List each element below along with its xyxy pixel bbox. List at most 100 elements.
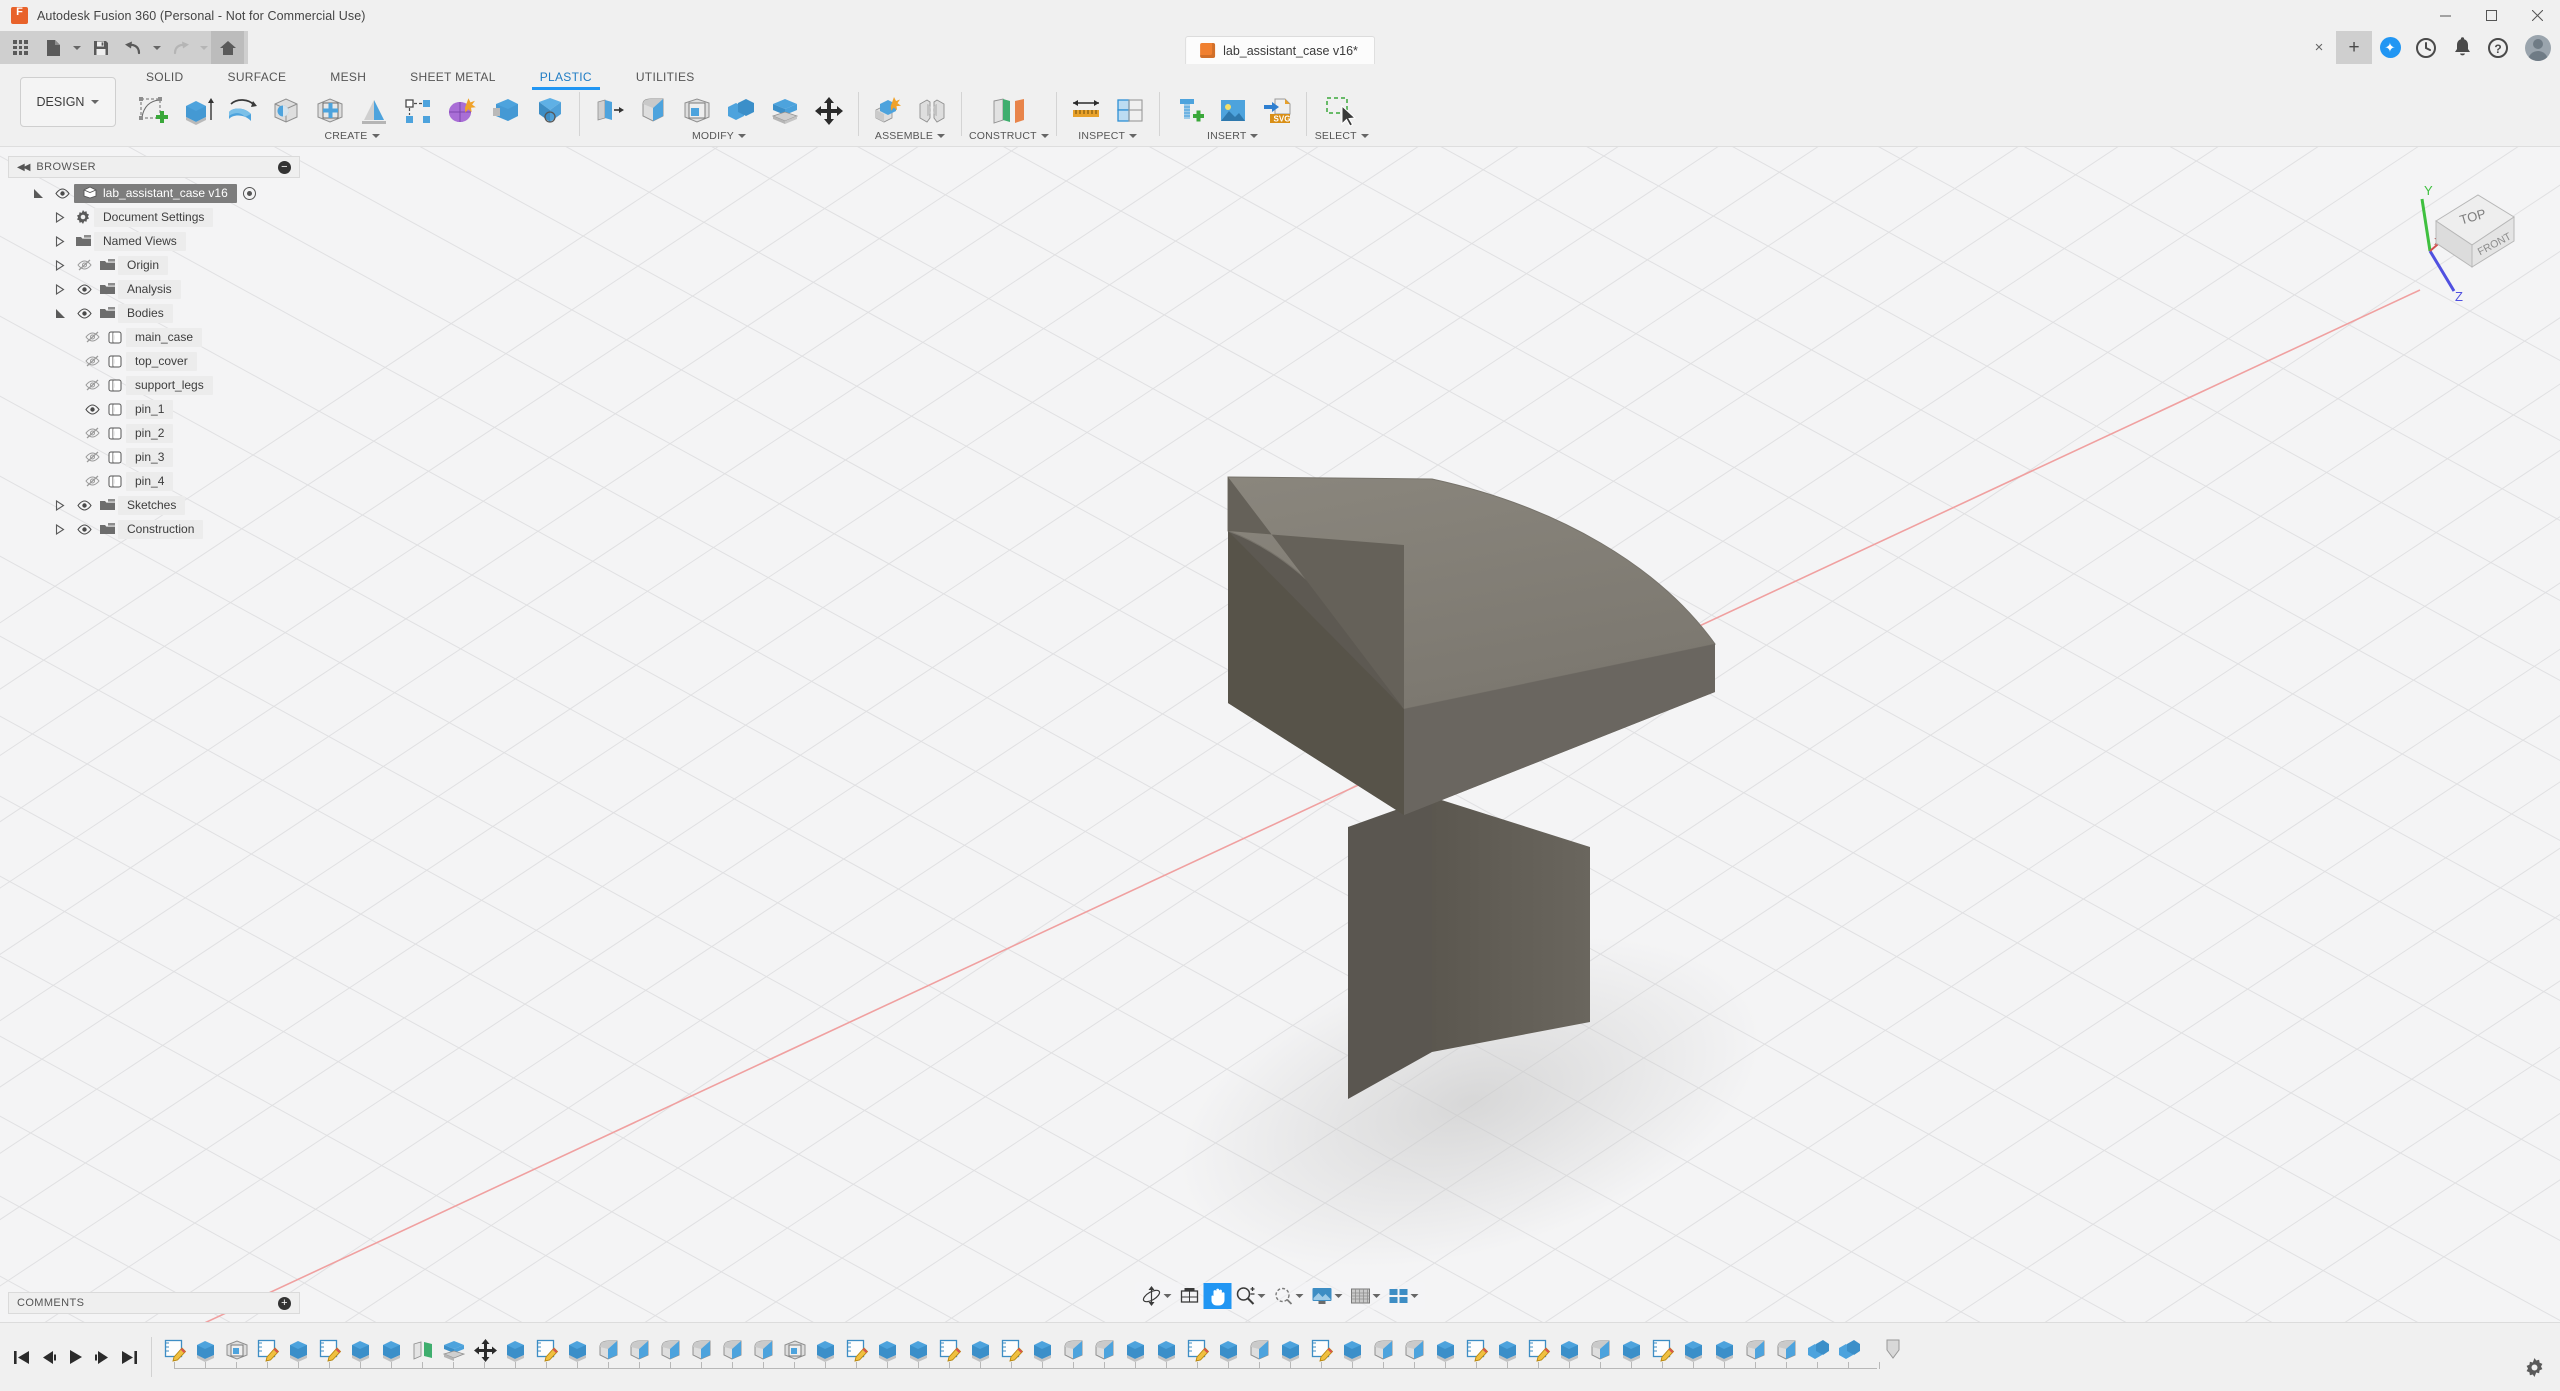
tree-item-analysis[interactable]: Analysis [8,277,300,301]
panel-label-construct[interactable]: CONSTRUCT [969,130,1049,142]
tab-solid[interactable]: SOLID [124,67,206,90]
timeline-feature[interactable] [563,1333,594,1367]
expand-triangle-icon[interactable] [48,499,72,511]
visibility-eye-icon[interactable] [80,403,104,415]
step-back-icon[interactable] [35,1342,62,1372]
timeline-feature[interactable] [1648,1333,1679,1367]
tab-surface[interactable]: SURFACE [206,67,309,90]
visibility-eye-icon[interactable] [72,283,96,295]
close-tab-button[interactable]: × [2302,31,2336,64]
expand-triangle-icon[interactable] [48,259,72,271]
timeline-feature[interactable] [904,1333,935,1367]
home-button[interactable] [211,31,244,64]
timeline-feature[interactable] [1121,1333,1152,1367]
visibility-eye-off-icon[interactable] [72,259,96,271]
expand-triangle-icon[interactable] [48,211,72,223]
timeline-feature[interactable] [1369,1333,1400,1367]
visibility-eye-off-icon[interactable] [80,355,104,367]
timeline-feature[interactable] [1090,1333,1121,1367]
tab-plastic[interactable]: PLASTIC [518,67,614,90]
fillet-icon[interactable] [631,92,675,129]
expand-triangle-icon[interactable] [48,235,72,247]
timeline-feature[interactable] [532,1333,563,1367]
timeline-feature[interactable] [377,1333,408,1367]
rectangular-pattern-icon[interactable] [396,92,440,129]
timeline-feature[interactable] [1276,1333,1307,1367]
timeline-feature[interactable] [191,1333,222,1367]
panel-label-modify[interactable]: MODIFY [692,130,747,142]
timeline-feature[interactable] [346,1333,377,1367]
tree-item-sketches[interactable]: Sketches [8,493,300,517]
timeline-feature[interactable] [842,1333,873,1367]
snap-fit-icon[interactable] [484,92,528,129]
timeline-feature[interactable] [1834,1333,1865,1367]
expand-triangle-open-icon[interactable] [26,188,50,199]
timeline-feature[interactable] [160,1333,191,1367]
look-at-icon[interactable] [1176,1283,1204,1309]
tree-item-pin-1[interactable]: pin_1 [8,397,300,421]
timeline-feature[interactable] [501,1333,532,1367]
timeline-feature[interactable] [811,1333,842,1367]
create-sketch-icon[interactable] [132,92,176,129]
timeline-feature[interactable] [315,1333,346,1367]
timeline-feature[interactable] [1462,1333,1493,1367]
visibility-eye-off-icon[interactable] [80,331,104,343]
collapse-left-icon[interactable]: ◀◀ [17,162,30,173]
draft-icon[interactable] [352,92,396,129]
document-tab[interactable]: lab_assistant_case v16* [1185,36,1375,64]
save-button[interactable] [84,31,117,64]
expand-triangle-icon[interactable] [48,523,72,535]
timeline-feature[interactable] [1183,1333,1214,1367]
visibility-eye-icon[interactable] [72,307,96,319]
visibility-eye-off-icon[interactable] [80,379,104,391]
step-forward-icon[interactable] [89,1342,116,1372]
tree-item-pin-3[interactable]: pin_3 [8,445,300,469]
grid-snaps-icon[interactable] [1347,1283,1385,1309]
tree-item-main-case[interactable]: main_case [8,325,300,349]
tree-item-top-cover[interactable]: top_cover [8,349,300,373]
panel-label-select[interactable]: SELECT [1315,130,1369,142]
insert-image-icon[interactable] [1211,92,1255,129]
add-comment-icon[interactable]: + [278,1296,291,1310]
visibility-eye-icon[interactable] [50,187,74,199]
close-window-button[interactable] [2514,0,2560,31]
undo-button[interactable] [117,31,150,64]
panel-label-inspect[interactable]: INSPECT [1078,130,1138,142]
timeline-track[interactable] [160,1329,2560,1385]
tree-item-document-settings[interactable]: Document Settings [8,205,300,229]
rib-icon[interactable] [308,92,352,129]
timeline-feature[interactable] [1586,1333,1617,1367]
jump-to-end-icon[interactable] [116,1342,143,1372]
add-tab-button[interactable]: + [2336,31,2372,64]
timeline-feature[interactable] [1152,1333,1183,1367]
timeline-feature[interactable] [439,1333,470,1367]
timeline-feature[interactable] [1338,1333,1369,1367]
panel-label-assemble[interactable]: ASSEMBLE [875,130,946,142]
timeline-feature[interactable] [1741,1333,1772,1367]
tree-item-bodies[interactable]: Bodies [8,301,300,325]
jump-to-beginning-icon[interactable] [8,1342,35,1372]
insert-mcmaster-icon[interactable] [1167,92,1211,129]
timeline-feature[interactable] [997,1333,1028,1367]
job-status-clock-icon[interactable] [2408,31,2444,64]
visibility-eye-off-icon[interactable] [80,475,104,487]
timeline-feature[interactable] [656,1333,687,1367]
timeline-settings-gear-icon[interactable] [2520,1353,2548,1381]
help-icon[interactable]: ? [2480,31,2516,64]
orbit-icon[interactable] [1138,1283,1176,1309]
visibility-eye-off-icon[interactable] [80,451,104,463]
minimize-button[interactable] [2422,0,2468,31]
timeline-feature[interactable] [1028,1333,1059,1367]
timeline-feature[interactable] [408,1333,439,1367]
visibility-eye-icon[interactable] [72,499,96,511]
timeline-feature[interactable] [1059,1333,1090,1367]
measure-icon[interactable] [1064,92,1108,129]
sweep-icon[interactable] [264,92,308,129]
redo-caret[interactable] [197,31,211,64]
zoom-icon[interactable] [1232,1283,1270,1309]
fit-view-icon[interactable] [1270,1283,1308,1309]
tree-item-pin-2[interactable]: pin_2 [8,421,300,445]
pan-hand-icon[interactable] [1203,1283,1232,1309]
move-copy-icon[interactable] [807,92,851,129]
play-icon[interactable] [62,1342,89,1372]
